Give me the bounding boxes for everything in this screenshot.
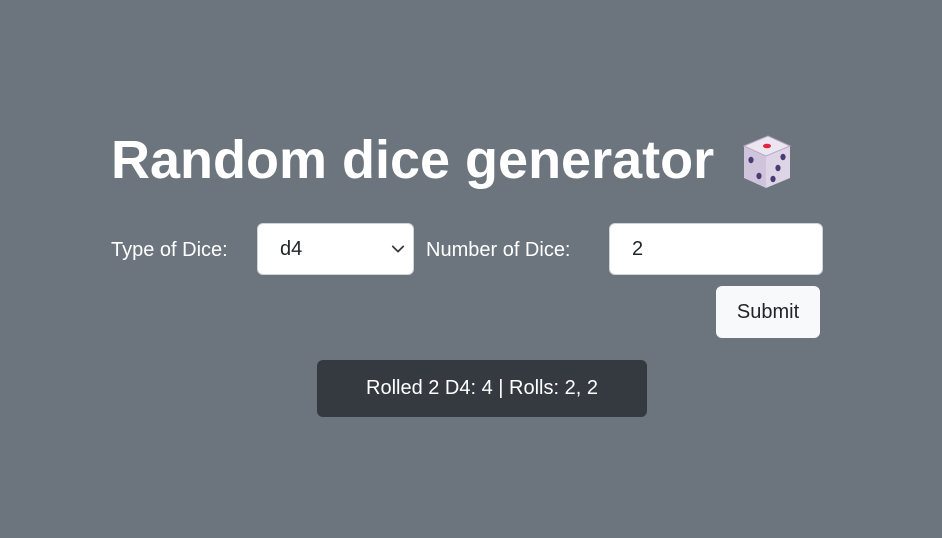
dice-type-label: Type of Dice:	[111, 239, 228, 261]
roll-result-text: Rolled 2 D4: 4 | Rolls: 2, 2	[366, 377, 598, 399]
submit-button[interactable]: Submit	[716, 286, 820, 338]
page: Random dice generator Type of Dice: d4 N…	[0, 0, 942, 538]
game-die-icon	[736, 132, 796, 192]
roll-result-panel: Rolled 2 D4: 4 | Rolls: 2, 2	[317, 360, 647, 417]
dice-type-select[interactable]: d4	[257, 223, 414, 275]
dice-number-input[interactable]	[609, 223, 823, 275]
page-title: Random dice generator	[111, 122, 796, 198]
dice-number-label: Number of Dice:	[426, 239, 571, 261]
chevron-down-icon	[391, 245, 405, 253]
dice-type-selected-value: d4	[280, 237, 303, 260]
page-title-text: Random dice generator	[111, 130, 715, 190]
